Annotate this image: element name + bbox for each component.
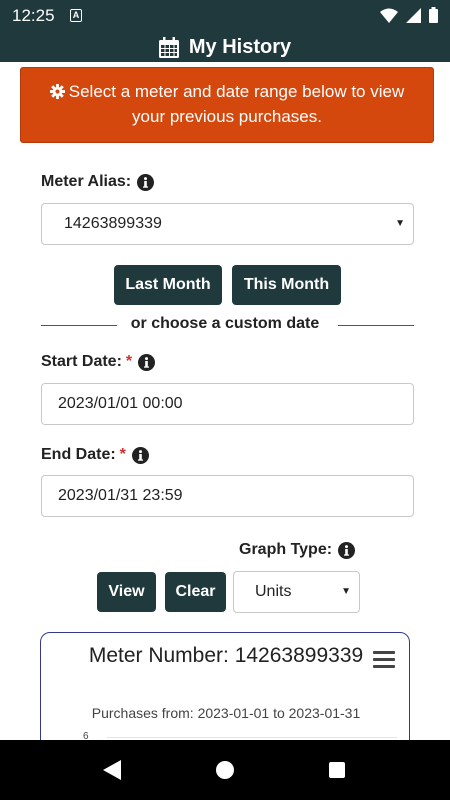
meter-alias-label-text: Meter Alias: (41, 173, 132, 190)
graph-type-select[interactable]: Units ▼ (233, 571, 360, 613)
status-bar: 12:25 A (0, 0, 450, 33)
last-month-button[interactable]: Last Month (114, 265, 222, 305)
app-bar: My History (0, 33, 450, 62)
info-banner: Select a meter and date range below to v… (20, 67, 434, 143)
info-icon[interactable] (138, 353, 156, 371)
required-marker: * (125, 353, 133, 370)
info-icon[interactable] (137, 173, 155, 191)
calendar-icon (158, 37, 179, 58)
start-date-label: Start Date: * (41, 353, 156, 371)
meter-alias-select[interactable]: 14263899339 ▼ (41, 203, 414, 245)
dropdown-arrow-icon: ▼ (395, 218, 405, 229)
divider-line-right (338, 325, 414, 326)
back-icon[interactable] (103, 760, 121, 780)
custom-date-divider: or choose a custom date (130, 315, 320, 332)
recent-apps-icon[interactable] (329, 762, 345, 778)
chart-subtitle: Purchases from: 2023-01-01 to 2023-01-31 (91, 705, 361, 721)
end-date-label-text: End Date: (41, 446, 116, 463)
this-month-button[interactable]: This Month (232, 265, 341, 305)
notification-badge-icon: A (70, 9, 82, 22)
required-marker: * (119, 446, 126, 463)
dropdown-arrow-icon: ▼ (341, 586, 351, 597)
divider-line-left (41, 325, 117, 326)
page-title: My History (188, 36, 292, 58)
view-button[interactable]: View (97, 572, 156, 612)
chart-title: Meter Number: 14263899339 (88, 644, 364, 667)
home-icon[interactable] (216, 761, 234, 779)
status-icons (380, 7, 438, 23)
start-date-input[interactable]: 2023/01/01 00:00 (41, 383, 414, 425)
end-date-input[interactable]: 2023/01/31 23:59 (41, 475, 414, 517)
wifi-icon (380, 8, 398, 23)
start-date-label-text: Start Date: (41, 353, 122, 370)
graph-type-value: Units (255, 583, 292, 600)
chart-grid-line (107, 737, 397, 738)
hamburger-menu-icon[interactable] (373, 651, 395, 669)
signal-icon (406, 7, 421, 23)
battery-icon (429, 7, 438, 23)
gear-icon (49, 84, 65, 99)
info-icon[interactable] (131, 446, 149, 464)
status-time: 12:25 (12, 6, 55, 25)
banner-text: Select a meter and date range below to v… (68, 82, 405, 126)
system-nav-bar (0, 740, 450, 800)
graph-type-label-text: Graph Type: (239, 541, 333, 558)
graph-type-label: Graph Type: (239, 541, 356, 559)
end-date-label: End Date: * (41, 446, 149, 464)
app-title-group: My History (0, 33, 450, 62)
clear-button[interactable]: Clear (165, 572, 226, 612)
info-icon[interactable] (338, 541, 356, 559)
meter-alias-value: 14263899339 (64, 215, 162, 232)
meter-alias-label: Meter Alias: (41, 173, 155, 191)
